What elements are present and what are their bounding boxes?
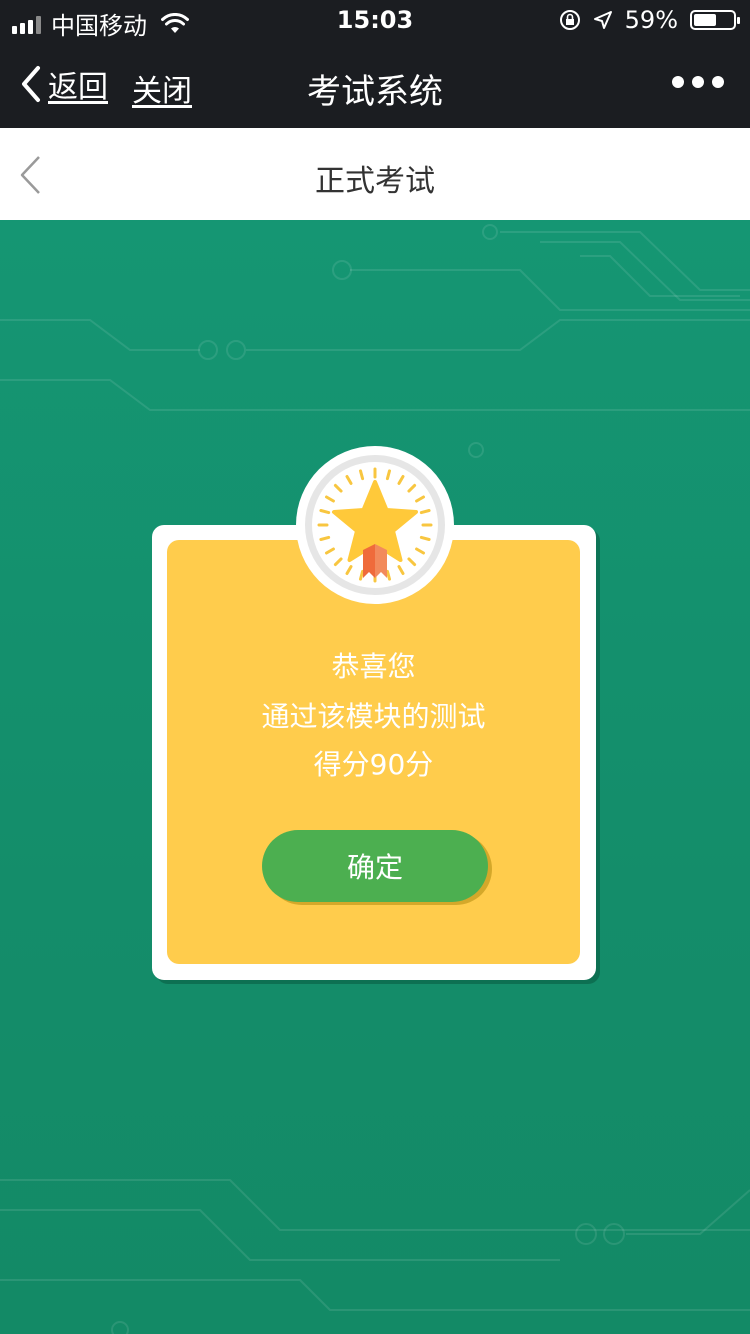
star-medal-icon [300,450,450,600]
top-bar: 中国移动 15:03 59% 返回 关闭 考试系统 [0,0,750,128]
status-right: 59% [559,6,740,34]
congrats-text: 恭喜您 [331,650,416,683]
battery-icon [690,10,740,30]
confirm-button[interactable]: 确定 [262,830,488,902]
medal [296,446,454,604]
orientation-lock-icon [559,10,580,30]
location-icon [593,11,612,29]
battery-percent: 59% [624,6,678,34]
page-header: 正式考试 [0,128,750,221]
more-icon[interactable] [672,76,724,88]
wechat-navbar: 返回 关闭 考试系统 [0,40,750,128]
nav-title: 考试系统 [307,72,443,112]
score-text: 得分90分 [313,748,434,781]
status-bar: 中国移动 15:03 59% [0,0,750,40]
passed-text: 通过该模块的测试 [261,700,486,733]
page-title: 正式考试 [315,164,435,199]
